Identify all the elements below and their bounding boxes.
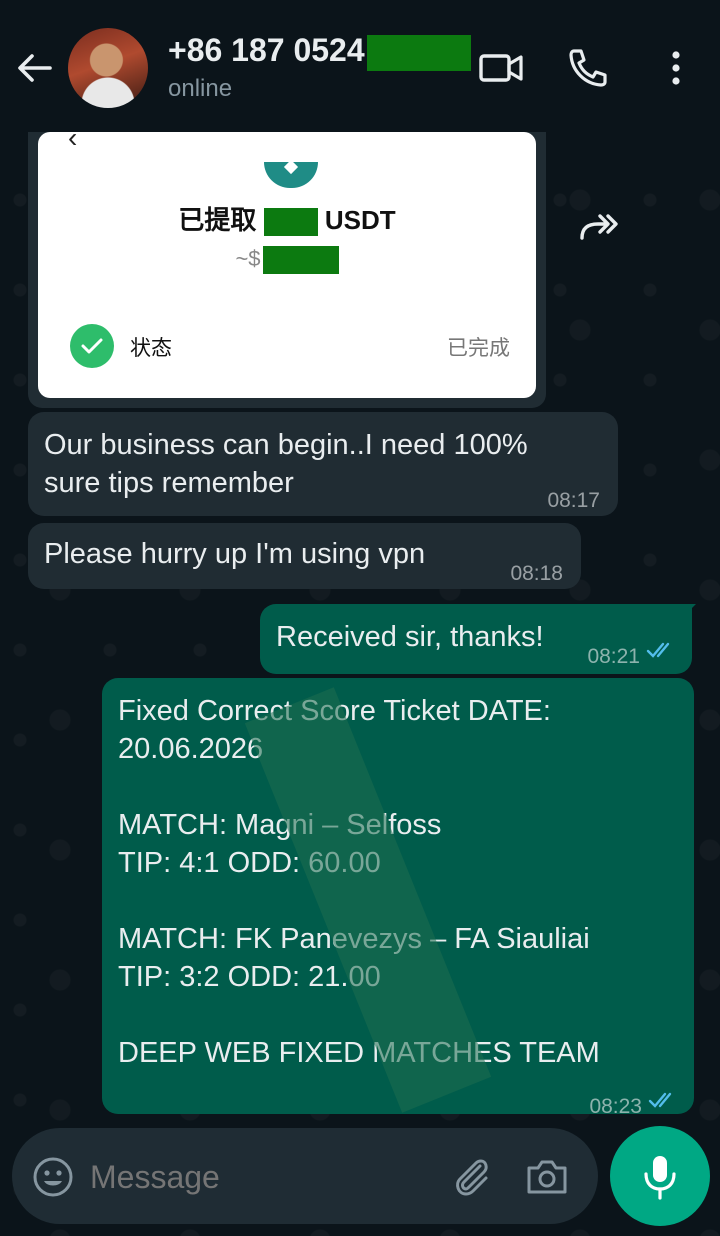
message-bubble-outgoing[interactable]: Received sir, thanks! 08:21 [260,604,692,674]
check-icon [81,338,103,354]
message-composer [12,1128,598,1224]
camera-icon[interactable] [524,1156,570,1196]
video-call-icon[interactable] [478,48,524,88]
emoji-icon[interactable] [32,1156,74,1198]
double-check-icon [648,1092,672,1108]
message-time: 08:17 [547,489,600,512]
phone-icon[interactable] [566,46,608,88]
status-label: 状态 [130,337,172,360]
image-message[interactable]: ‹ 已提取 USDT ~$ 状态 已完成 [28,110,546,408]
message-text: Received sir, thanks! [276,621,544,653]
contact-name[interactable]: +86 187 0524 [168,32,471,71]
amount-prefix: ~$ [235,246,261,271]
withdraw-currency: USDT [324,205,396,235]
contact-name-text: +86 187 0524 [168,32,365,68]
withdraw-amount: ~$ [38,246,536,275]
message-input[interactable] [88,1158,432,1197]
mic-icon [644,1156,676,1200]
withdraw-title: 已提取 USDT [38,200,536,237]
withdraw-prefix: 已提取 [178,205,257,235]
message-text: Our business can begin..I need 100% sure… [44,426,528,502]
message-bubble-incoming[interactable]: Please hurry up I'm using vpn 08:18 [28,523,581,589]
screenshot-image: ‹ 已提取 USDT ~$ 状态 已完成 [38,122,536,398]
forward-icon[interactable] [576,206,622,246]
attach-icon[interactable] [448,1154,494,1200]
mic-button[interactable] [610,1126,710,1226]
avatar[interactable] [68,28,148,108]
message-line: Our business can begin..I need 100% [44,429,528,461]
more-vert-icon[interactable] [662,48,690,88]
redaction-block [366,34,471,71]
message-line: 20.06.2026 [118,733,264,765]
message-line: DEEP WEB FIXED MATCHES TEAM [118,1037,600,1069]
chat-header: +86 187 0524 online [0,0,720,132]
message-time: 08:23 [589,1095,642,1118]
status-check [70,324,114,368]
redaction-block [262,246,339,275]
redaction-block [263,208,318,237]
status-value: 已完成 [447,337,510,360]
message-bubble-incoming[interactable]: Our business can begin..I need 100% sure… [28,412,618,516]
message-text: Please hurry up I'm using vpn [44,538,426,570]
back-arrow-icon[interactable] [14,48,54,88]
double-check-icon [646,642,670,658]
message-time: 08:18 [510,562,563,585]
message-line: sure tips remember [44,467,294,499]
message-time: 08:21 [587,645,640,668]
contact-status: online [168,75,233,102]
